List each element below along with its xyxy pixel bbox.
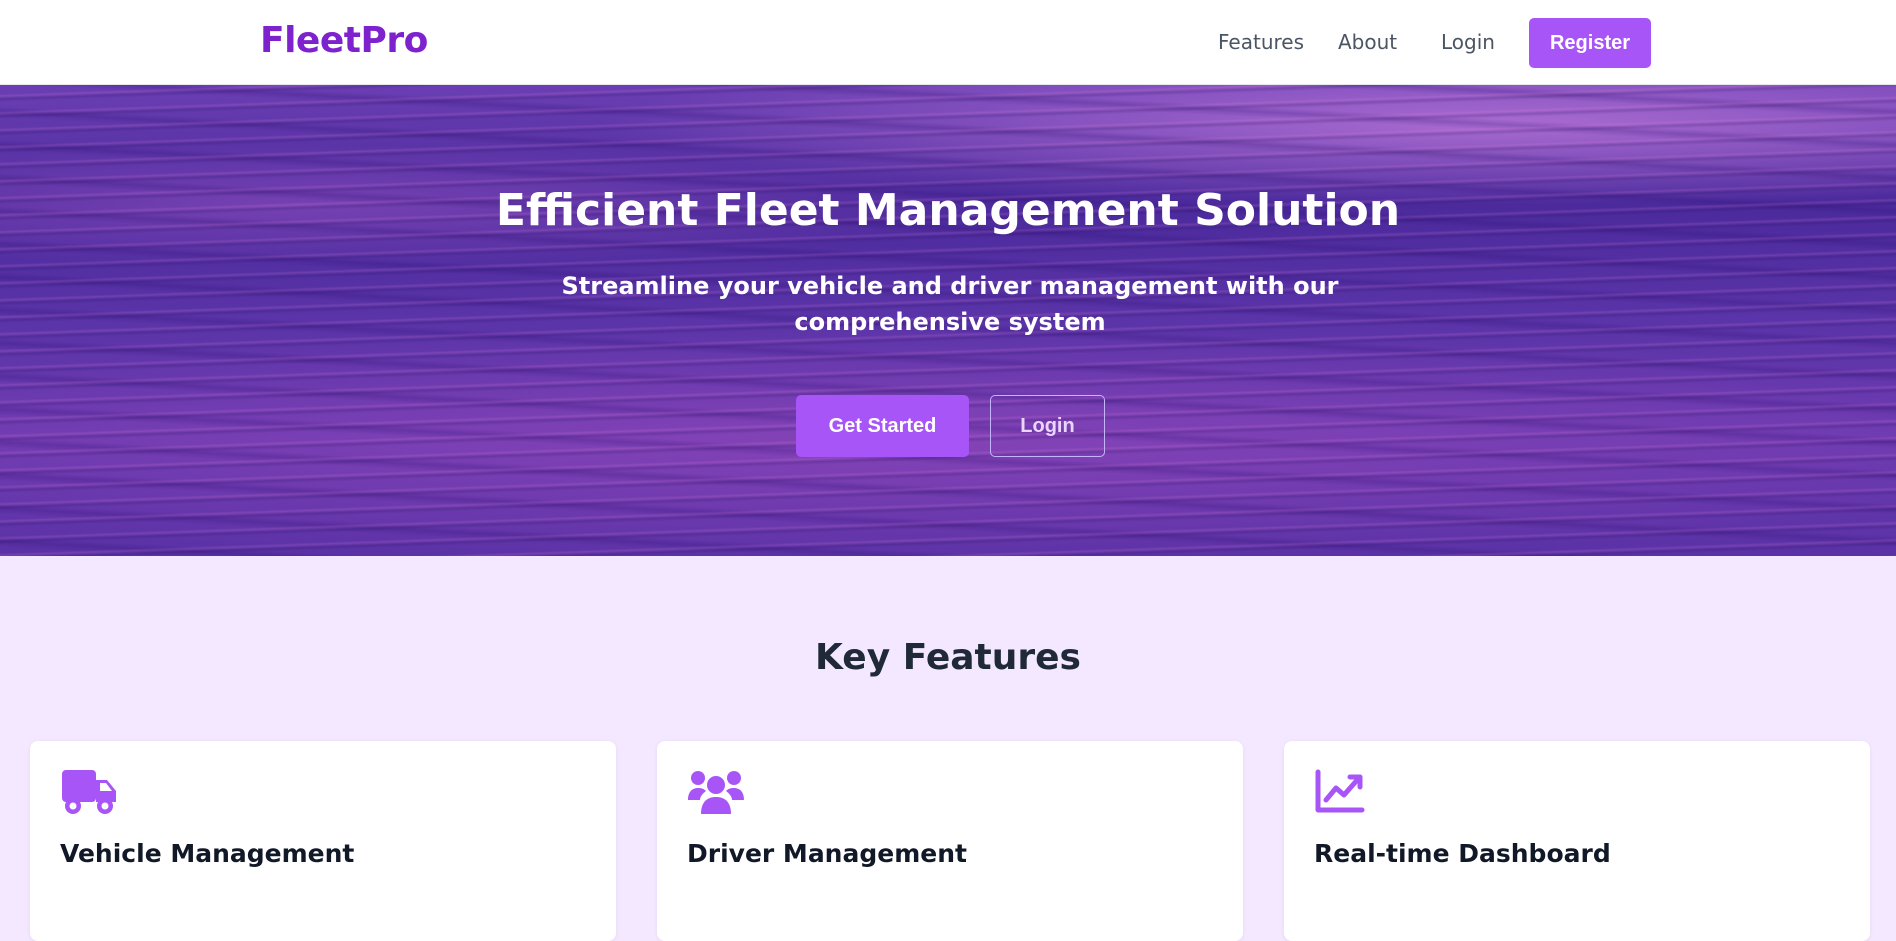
hero-title: Efficient Fleet Management Solution (495, 185, 1401, 236)
get-started-button[interactable]: Get Started (796, 395, 969, 457)
feature-card-title: Real-time Dashboard (1314, 839, 1611, 868)
features-title: Key Features (815, 637, 1081, 678)
brand-logo[interactable]: FleetPro (260, 20, 428, 61)
nav-link-about[interactable]: About (1338, 30, 1397, 54)
truck-icon (60, 768, 118, 816)
feature-card-real-time-dashboard: Real-time Dashboard (1284, 741, 1870, 941)
feature-card-title: Driver Management (687, 839, 967, 868)
nav-link-features[interactable]: Features (1218, 30, 1304, 54)
nav-link-login[interactable]: Login (1441, 30, 1495, 54)
hero-login-button[interactable]: Login (990, 395, 1105, 457)
navbar: FleetPro Features About Login Register (0, 0, 1896, 85)
hero-section: Efficient Fleet Management Solution Stre… (0, 85, 1896, 556)
line-chart-icon (1314, 768, 1372, 816)
register-button[interactable]: Register (1529, 18, 1651, 68)
hero-subtitle: Streamline your vehicle and driver manag… (561, 272, 1339, 336)
users-icon (687, 768, 745, 816)
feature-card-title: Vehicle Management (60, 839, 355, 868)
feature-card-vehicle-management: Vehicle Management (30, 741, 616, 941)
feature-card-driver-management: Driver Management (657, 741, 1243, 941)
